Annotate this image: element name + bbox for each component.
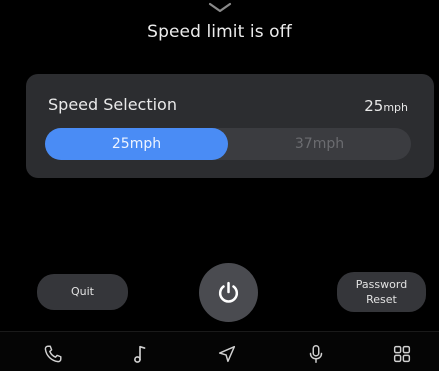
speed-option-25mph[interactable]: 25mph — [45, 128, 228, 160]
navigation-icon[interactable] — [216, 343, 238, 365]
current-speed-number: 25 — [364, 97, 384, 115]
speed-selection-card: Speed Selection 25mph 25mph 37mph — [26, 74, 434, 178]
speed-selection-label: Speed Selection — [48, 95, 177, 114]
microphone-icon[interactable] — [305, 343, 327, 365]
current-speed-value: 25mph — [364, 97, 408, 115]
quit-button[interactable]: Quit — [37, 274, 128, 310]
speed-segmented-control: 25mph 37mph — [45, 128, 411, 160]
speed-option-37mph[interactable]: 37mph — [228, 128, 411, 160]
power-button[interactable] — [199, 263, 258, 322]
phone-icon[interactable] — [42, 343, 64, 365]
password-reset-line2: Reset — [366, 293, 397, 306]
music-note-icon[interactable] — [129, 343, 151, 365]
page-title: Speed limit is off — [147, 22, 292, 42]
apps-grid-icon[interactable] — [391, 343, 413, 365]
password-reset-button[interactable]: Password Reset — [337, 272, 426, 312]
power-icon — [218, 281, 239, 303]
password-reset-line1: Password — [355, 278, 408, 291]
current-speed-unit: mph — [383, 101, 408, 114]
chevron-down-icon[interactable] — [207, 2, 233, 14]
